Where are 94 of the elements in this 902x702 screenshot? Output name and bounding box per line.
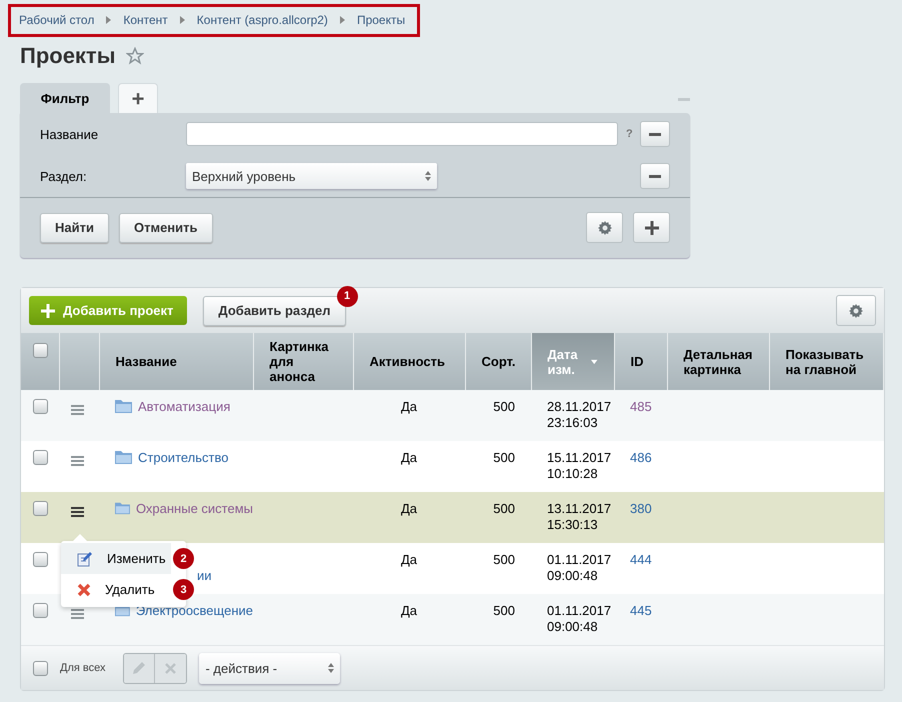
remove-field-button[interactable] [640, 121, 670, 147]
close-icon [77, 582, 91, 596]
breadcrumb-link[interactable]: Проекты [356, 13, 406, 27]
minus-icon [649, 174, 661, 178]
time-text: 23:16:03 [547, 415, 598, 431]
remove-field-button[interactable] [640, 163, 670, 189]
table-cell: Да [353, 390, 465, 441]
item-link[interactable]: Охранные системы [136, 501, 253, 516]
minus-icon [649, 132, 661, 136]
time-text: 10:10:28 [547, 466, 598, 482]
step-badge: 1 [336, 286, 358, 306]
step-badge: 3 [173, 579, 194, 600]
field-label: Название [40, 126, 100, 142]
filter-tab[interactable]: + [118, 83, 158, 113]
date-text: 01.11.2017 [547, 603, 612, 619]
date-text: 15.11.2017 [547, 450, 612, 466]
column-header[interactable]: Название [99, 333, 253, 390]
plus-icon [644, 220, 658, 234]
time-text: 09:00:48 [547, 619, 598, 635]
breadcrumb-link[interactable]: Контент [123, 13, 168, 27]
table-cell: Да [353, 594, 465, 645]
add-field-button[interactable] [633, 212, 670, 243]
table-cell: Да [353, 441, 465, 492]
column-header[interactable]: Сорт. [465, 333, 531, 390]
breadcrumb-link[interactable]: Рабочий стол [19, 13, 94, 27]
star-icon[interactable] [126, 47, 144, 65]
date-text: 28.11.2017 [547, 399, 612, 415]
chevron-icon [106, 16, 112, 24]
table-cell: 500 [465, 594, 531, 645]
edit-icon [77, 550, 93, 566]
edit-button[interactable] [124, 654, 156, 682]
folder-icon [115, 501, 130, 515]
filter-tab[interactable]: Фильтр [20, 83, 110, 113]
updown-icon [425, 171, 431, 181]
item-link[interactable]: Строительство [138, 450, 228, 465]
row-checkbox[interactable] [33, 450, 48, 465]
add-section-button[interactable]: Добавить раздел [203, 296, 346, 326]
item-link[interactable]: Электроосвещение [136, 603, 253, 618]
row-checkbox[interactable] [33, 399, 48, 414]
time-text: 09:00:48 [547, 568, 598, 584]
folder-icon [115, 399, 132, 413]
help-icon[interactable]: ? [618, 128, 640, 140]
select-all-checkbox[interactable] [33, 343, 48, 358]
cancel-button[interactable]: Отменить [118, 212, 212, 242]
actions-select[interactable]: - действия - [199, 652, 340, 684]
table-cell: Да [353, 492, 465, 543]
gear-icon [849, 304, 863, 318]
settings-button[interactable] [836, 295, 876, 326]
page-title: Проекты [20, 43, 116, 69]
gear-icon [598, 220, 612, 234]
row-checkbox[interactable] [33, 603, 48, 618]
section-select[interactable]: Верхний уровень [186, 163, 437, 189]
breadcrumb-link[interactable]: Контент (aspro.allcorp2) [196, 13, 328, 27]
menu-icon[interactable] [71, 507, 84, 517]
for-all-label: Для всех [60, 662, 106, 674]
updown-icon [328, 663, 334, 673]
column-header[interactable]: Показывать на главной [769, 333, 884, 390]
date-text: 01.11.2017 [547, 552, 612, 568]
column-header[interactable]: ID [614, 333, 667, 390]
input-field[interactable] [186, 122, 618, 146]
id-link[interactable]: 486 [630, 450, 652, 465]
plus-icon [41, 304, 55, 318]
settings-button[interactable] [586, 212, 623, 243]
id-link[interactable]: 444 [630, 552, 652, 567]
find-button[interactable]: Найти [40, 212, 109, 242]
item-link[interactable]: Автоматизация [138, 399, 230, 414]
table-cell: 500 [465, 390, 531, 441]
table-cell: 500 [465, 441, 531, 492]
time-text: 15:30:13 [547, 517, 598, 533]
chevron-icon [180, 16, 185, 24]
close-icon [165, 662, 176, 674]
table-cell: 500 [465, 543, 531, 594]
field-label: Раздел: [40, 168, 88, 184]
table-cell: 500 [465, 492, 531, 543]
select-all-checkbox[interactable] [33, 660, 48, 676]
chevron-icon [340, 16, 345, 24]
row-checkbox[interactable] [33, 501, 48, 516]
id-link[interactable]: 445 [630, 603, 652, 618]
column-header[interactable]: Активность [353, 333, 465, 390]
row-checkbox[interactable] [33, 552, 48, 567]
sort-arrow-icon [591, 358, 598, 364]
table-cell: Да [353, 543, 465, 594]
id-link[interactable]: 485 [630, 399, 652, 414]
menu-item[interactable]: Изменить [61, 543, 171, 574]
column-header[interactable]: Детальная картинка [667, 333, 769, 390]
date-text: 13.11.2017 [547, 501, 612, 517]
column-header[interactable]: Картинка для анонса [253, 333, 353, 390]
item-link[interactable]: ии [197, 568, 212, 583]
menu-item[interactable]: Удалить [61, 574, 171, 605]
folder-icon [115, 450, 132, 464]
pencil-icon [132, 661, 146, 675]
step-badge: 2 [173, 548, 194, 569]
delete-button[interactable] [155, 654, 186, 682]
id-link[interactable]: 380 [630, 501, 652, 516]
